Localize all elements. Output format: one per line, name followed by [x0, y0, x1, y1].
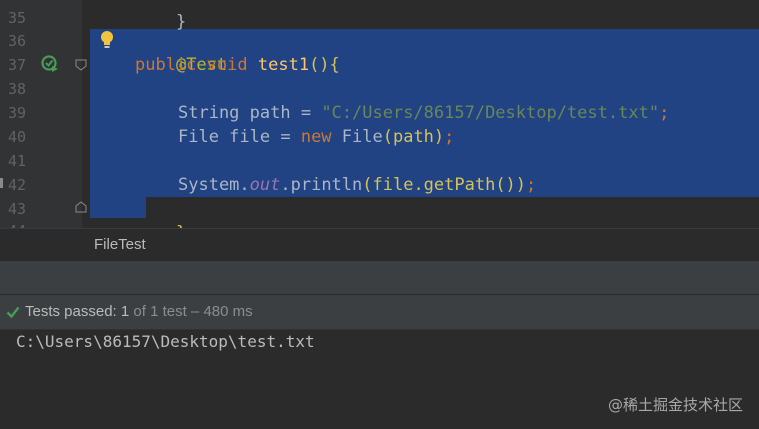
line-number: 39: [8, 104, 27, 122]
watermark: @稀土掘金技术社区: [607, 396, 743, 414]
line-number: 35: [8, 9, 27, 27]
panel-separator[interactable]: [0, 261, 759, 295]
code-line-42[interactable]: System.out.println(file.getPath());: [178, 173, 536, 197]
lightbulb-icon[interactable]: [99, 30, 115, 50]
code-text: (path): [382, 127, 445, 147]
code-text: System.: [178, 175, 250, 195]
editor-gutter[interactable]: 35 36 37 38 39 40 41 42 43 44: [0, 0, 87, 228]
code-text: .println: [280, 175, 363, 195]
test-status-text: Tests passed: 1 of 1 test – 480 ms: [25, 303, 253, 320]
check-icon: [6, 306, 20, 319]
fold-end-icon[interactable]: [75, 201, 87, 213]
code-text: (file.getPath()): [362, 175, 527, 195]
breadcrumb: FileTest: [0, 228, 759, 261]
string-literal: "C:/Users/86157/Desktop/test.txt": [321, 103, 660, 123]
code-line-40[interactable]: File file = new File(path);: [178, 125, 454, 149]
line-number: 43: [8, 200, 27, 218]
line-number: 38: [8, 80, 27, 98]
semicolon: ;: [444, 127, 455, 147]
keyword: new: [300, 127, 332, 147]
method-name: test1: [257, 55, 310, 75]
punctuation: (){: [309, 55, 340, 75]
code-text: path =: [239, 103, 322, 123]
console-line: C:\Users\86157\Desktop\test.txt: [16, 332, 315, 351]
keyword: void: [206, 55, 248, 75]
code-text: File file =: [178, 127, 301, 147]
tests-passed-label: Tests passed: 1: [25, 303, 130, 320]
run-test-icon[interactable]: [40, 54, 60, 74]
semicolon: ;: [659, 103, 670, 123]
fold-start-icon[interactable]: [75, 59, 87, 71]
line-number: 42: [8, 176, 27, 194]
line-number: 44: [8, 219, 34, 228]
line-number: 41: [8, 152, 27, 170]
gutter-marker: [0, 178, 3, 188]
line-number: 37: [8, 56, 27, 74]
code-line-35[interactable]: }: [135, 0, 186, 32]
breadcrumb-class[interactable]: FileTest: [94, 236, 146, 253]
test-status-bar: Tests passed: 1 of 1 test – 480 ms: [0, 295, 759, 330]
code-line-36[interactable]: @Test: [135, 29, 227, 75]
line-number: 40: [8, 128, 27, 146]
code-line-39[interactable]: String path = "C:/Users/86157/Desktop/te…: [178, 101, 669, 125]
semicolon: ;: [526, 175, 537, 195]
code-line-43[interactable]: }: [135, 197, 186, 228]
tests-detail: of 1 test – 480 ms: [129, 303, 253, 320]
keyword: public: [135, 55, 197, 75]
line-number: 36: [8, 32, 27, 50]
static-field: out: [249, 175, 281, 195]
code-line-37[interactable]: public void test1(){: [135, 53, 340, 77]
type-name: String: [178, 103, 240, 123]
code-editor[interactable]: 35 36 37 38 39 40 41 42 43 44 }: [0, 0, 759, 228]
code-text: File: [331, 127, 383, 147]
